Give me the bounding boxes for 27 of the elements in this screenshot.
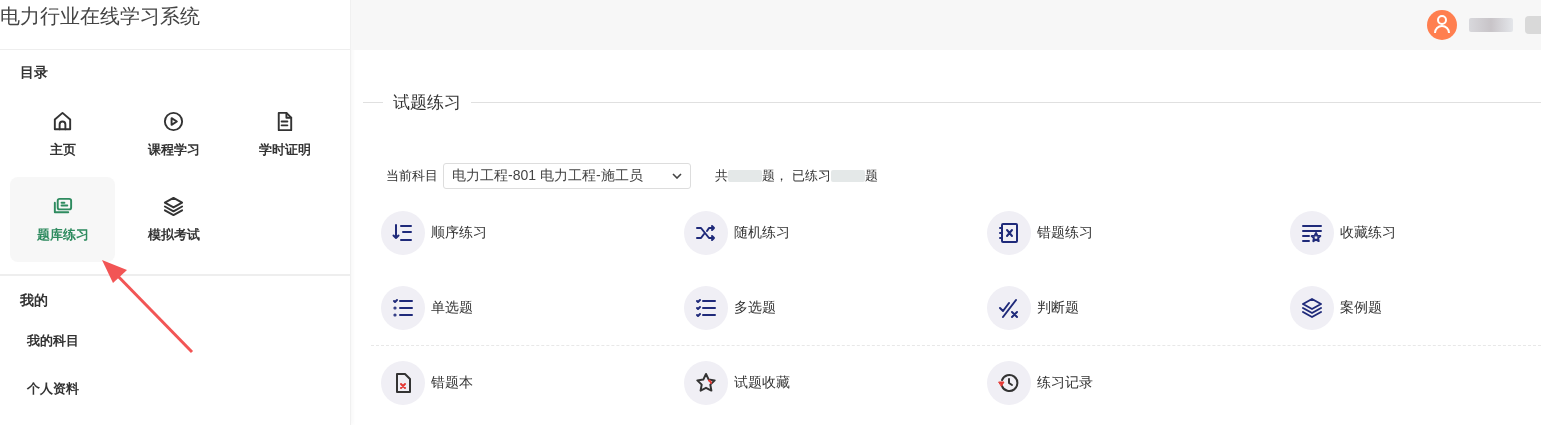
- nav-item[interactable]: 主页: [10, 92, 115, 177]
- practice-item[interactable]: 判断题: [987, 286, 1079, 330]
- practice-item[interactable]: 随机练习: [684, 211, 790, 255]
- practice-item[interactable]: 错题练习: [987, 211, 1093, 255]
- subject-label: 当前科目: [386, 167, 438, 185]
- practice-item[interactable]: 单选题: [381, 286, 473, 330]
- nav-item[interactable]: 学时证明: [232, 92, 337, 177]
- nav-item[interactable]: 模拟考试: [121, 177, 226, 262]
- nav-item[interactable]: 题库练习: [10, 177, 115, 262]
- practice-item[interactable]: 试题收藏: [684, 361, 790, 405]
- stat-text: 共: [715, 167, 728, 185]
- app-title: 电力行业在线学习系统: [0, 4, 200, 29]
- menu-link[interactable]: 我的科目: [10, 333, 340, 348]
- stat-text: 题， 已练习: [762, 167, 831, 185]
- nav-item[interactable]: 课程学习: [121, 92, 226, 177]
- menu-link[interactable]: 个人资料: [10, 381, 340, 396]
- subject-select[interactable]: 电力工程-801 电力工程-施工员: [443, 163, 691, 189]
- stat-text: 题: [864, 167, 878, 185]
- practice-item[interactable]: 案例题: [1290, 286, 1382, 330]
- section-title: 试题练习: [393, 92, 461, 114]
- section-heading: 我的: [19, 292, 49, 310]
- practice-item[interactable]: 练习记录: [987, 361, 1093, 405]
- practice-item[interactable]: 顺序练习: [381, 211, 487, 255]
- practice-item[interactable]: 多选题: [684, 286, 776, 330]
- practice-item[interactable]: 收藏练习: [1290, 211, 1396, 255]
- section-heading: 目录: [19, 64, 49, 82]
- practice-item[interactable]: 错题本: [381, 361, 473, 405]
